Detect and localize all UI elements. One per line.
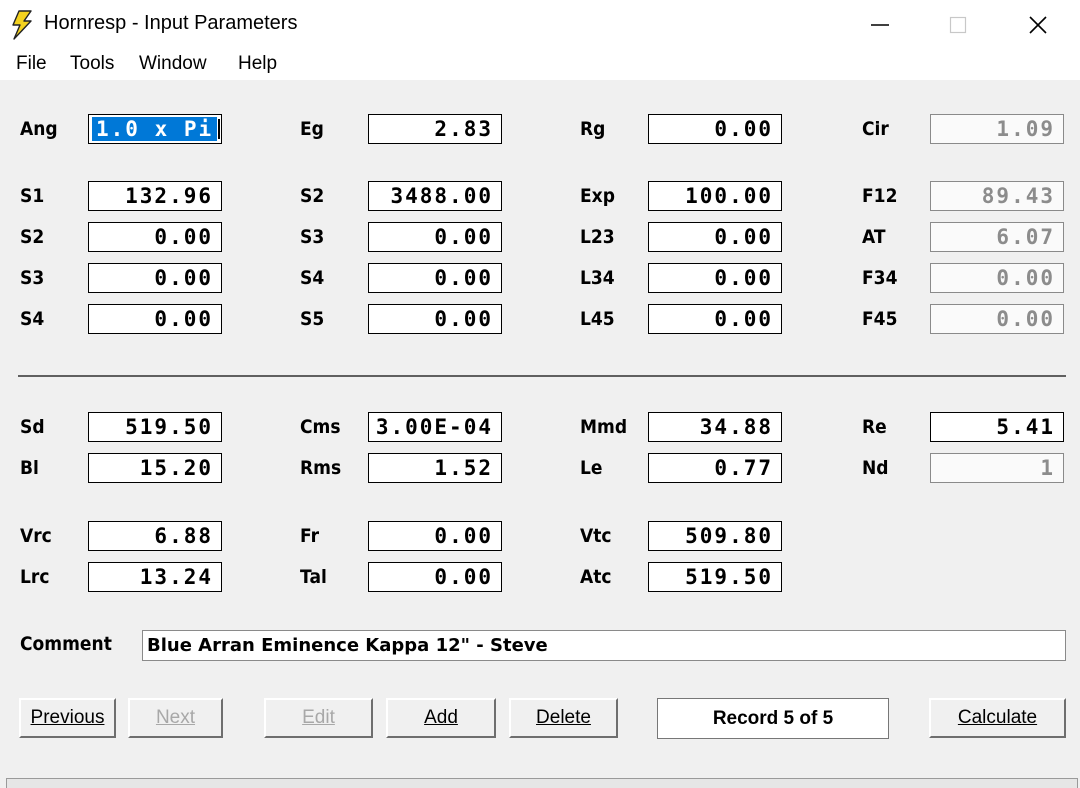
field-lrc[interactable]: 13.24 [88, 562, 222, 592]
field-le[interactable]: 0.77 [648, 453, 782, 483]
field-rms[interactable]: 1.52 [368, 453, 502, 483]
label-tal: Tal [300, 566, 327, 588]
field-l23[interactable]: 0.00 [648, 222, 782, 252]
field-f45[interactable]: 0.00 [930, 304, 1064, 334]
label-l34: L34 [580, 267, 615, 289]
minimize-button[interactable] [840, 0, 920, 50]
label-atc: Atc [580, 566, 612, 588]
status-bar [6, 778, 1078, 788]
field-l34[interactable]: 0.00 [648, 263, 782, 293]
previous-button[interactable]: Previous [19, 698, 116, 738]
selected-text: 1.0 x Pi [92, 117, 218, 141]
text-caret [218, 119, 220, 139]
field-bl[interactable]: 15.20 [88, 453, 222, 483]
label-vrc: Vrc [20, 525, 52, 547]
comment-label: Comment [20, 633, 112, 655]
field-f34[interactable]: 0.00 [930, 263, 1064, 293]
label-f12: F12 [862, 185, 898, 207]
label-s2-b: S2 [20, 226, 45, 248]
add-button[interactable]: Add [386, 698, 496, 738]
label-le: Le [580, 457, 603, 479]
close-button[interactable] [998, 0, 1078, 50]
window-title: Hornresp - Input Parameters [44, 12, 298, 34]
field-s4-b[interactable]: 0.00 [88, 304, 222, 334]
field-l45[interactable]: 0.00 [648, 304, 782, 334]
label-lrc: Lrc [20, 566, 50, 588]
calculate-button[interactable]: Calculate [929, 698, 1066, 738]
label-s1: S1 [20, 185, 45, 207]
field-fr[interactable]: 0.00 [368, 521, 502, 551]
label-ang: Ang [20, 118, 58, 140]
label-s4-b: S4 [20, 308, 45, 330]
label-s5: S5 [300, 308, 325, 330]
label-f34: F34 [862, 267, 898, 289]
label-at: AT [862, 226, 886, 248]
next-button[interactable]: Next [128, 698, 223, 738]
label-vtc: Vtc [580, 525, 612, 547]
minimize-icon [871, 24, 889, 26]
field-s2-a[interactable]: 3488.00 [368, 181, 502, 211]
field-s1[interactable]: 132.96 [88, 181, 222, 211]
field-ang[interactable]: 1.0 x Pi [88, 114, 222, 144]
field-f12[interactable]: 89.43 [930, 181, 1064, 211]
close-icon [1029, 16, 1047, 34]
record-indicator: Record 5 of 5 [657, 698, 889, 739]
comment-field[interactable]: Blue Arran Eminence Kappa 12" - Steve [142, 630, 1066, 661]
label-cir: Cir [862, 118, 889, 140]
label-rms: Rms [300, 457, 342, 479]
field-nd[interactable]: 1 [930, 453, 1064, 483]
field-atc[interactable]: 519.50 [648, 562, 782, 592]
field-s2-b[interactable]: 0.00 [88, 222, 222, 252]
hornresp-window: Hornresp - Input Parameters File Tools W… [0, 0, 1080, 788]
menu-help[interactable]: Help [238, 53, 277, 75]
field-rg[interactable]: 0.00 [648, 114, 782, 144]
field-exp[interactable]: 100.00 [648, 181, 782, 211]
label-bl: Bl [20, 457, 39, 479]
field-mmd[interactable]: 34.88 [648, 412, 782, 442]
label-s2-a: S2 [300, 185, 325, 207]
field-vrc[interactable]: 6.88 [88, 521, 222, 551]
label-s3-a: S3 [300, 226, 325, 248]
label-s3-b: S3 [20, 267, 45, 289]
label-eg: Eg [300, 118, 324, 140]
label-exp: Exp [580, 185, 615, 207]
menu-file[interactable]: File [16, 53, 47, 75]
menu-bar: File Tools Window Help [0, 50, 1080, 80]
field-at[interactable]: 6.07 [930, 222, 1064, 252]
label-mmd: Mmd [580, 416, 628, 438]
field-tal[interactable]: 0.00 [368, 562, 502, 592]
label-re: Re [862, 416, 887, 438]
field-vtc[interactable]: 509.80 [648, 521, 782, 551]
field-s4-a[interactable]: 0.00 [368, 263, 502, 293]
title-bar[interactable]: Hornresp - Input Parameters [0, 0, 1080, 50]
field-cms[interactable]: 3.00E-04 [368, 412, 502, 442]
menu-window[interactable]: Window [139, 53, 207, 75]
field-eg[interactable]: 2.83 [368, 114, 502, 144]
label-l45: L45 [580, 308, 615, 330]
maximize-icon [949, 16, 967, 34]
label-nd: Nd [862, 457, 889, 479]
field-s3-a[interactable]: 0.00 [368, 222, 502, 252]
edit-button[interactable]: Edit [264, 698, 373, 738]
field-cir[interactable]: 1.09 [930, 114, 1064, 144]
label-l23: L23 [580, 226, 615, 248]
label-cms: Cms [300, 416, 341, 438]
label-rg: Rg [580, 118, 606, 140]
menu-tools[interactable]: Tools [70, 53, 114, 75]
delete-button[interactable]: Delete [509, 698, 618, 738]
field-s3-b[interactable]: 0.00 [88, 263, 222, 293]
label-fr: Fr [300, 525, 320, 547]
lightning-bolt-icon [12, 10, 32, 40]
input-parameters-panel: Comment Blue Arran Eminence Kappa 12" - … [0, 80, 1080, 788]
field-re[interactable]: 5.41 [930, 412, 1064, 442]
section-divider [18, 375, 1066, 377]
maximize-button[interactable] [918, 0, 998, 50]
field-sd[interactable]: 519.50 [88, 412, 222, 442]
label-f45: F45 [862, 308, 898, 330]
field-s5[interactable]: 0.00 [368, 304, 502, 334]
label-s4-a: S4 [300, 267, 325, 289]
label-sd: Sd [20, 416, 45, 438]
